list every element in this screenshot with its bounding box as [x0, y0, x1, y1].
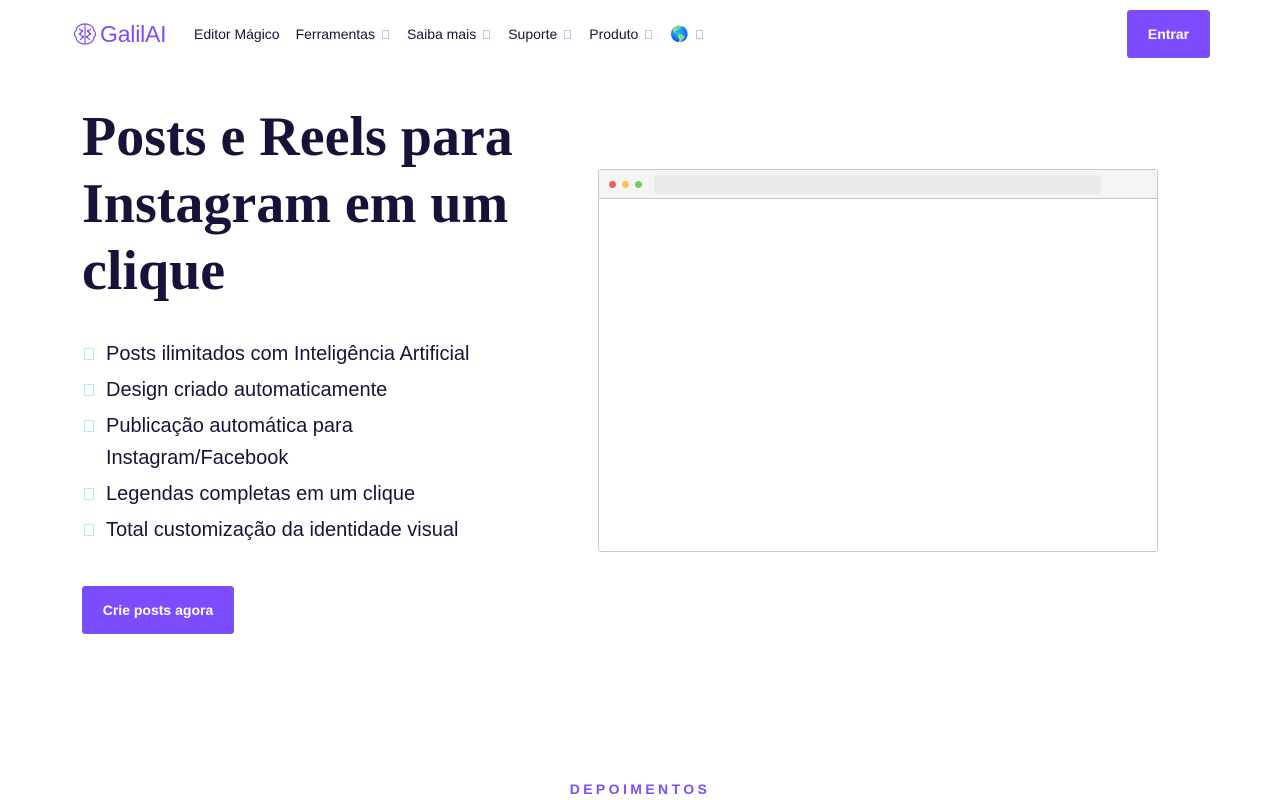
- nav-produto[interactable]: Produto: [589, 26, 654, 42]
- check-icon: [84, 524, 94, 536]
- nav-ferramentas[interactable]: Ferramentas: [296, 26, 391, 42]
- brand-logo[interactable]: GalilAI: [72, 20, 167, 48]
- check-icon: [84, 384, 94, 396]
- maximize-dot-icon: [635, 181, 642, 188]
- feature-item: Design criado automaticamente: [82, 374, 522, 406]
- feature-item: Legendas completas em um clique: [82, 478, 522, 510]
- feature-text: Posts ilimitados com Inteligência Artifi…: [106, 343, 470, 365]
- browser-mockup: [598, 169, 1158, 552]
- browser-toolbar: [599, 170, 1157, 199]
- nav-editor-magico[interactable]: Editor Mágico: [194, 26, 280, 42]
- create-posts-button[interactable]: Crie posts agora: [82, 586, 234, 634]
- hero-title: Posts e Reels para Instagram em um cliqu…: [82, 106, 513, 302]
- chevron-down-icon: [381, 29, 389, 39]
- nav-item-label: Suporte: [508, 26, 558, 42]
- nav-item-label: Ferramentas: [295, 26, 375, 42]
- login-button[interactable]: Entrar: [1127, 10, 1210, 58]
- feature-item: Total customização da identidade visual: [82, 514, 522, 546]
- minimize-dot-icon: [622, 181, 629, 188]
- language-selector[interactable]: 🌎: [670, 27, 705, 42]
- feature-text: Legendas completas em um clique: [106, 483, 416, 505]
- brain-logo-icon: [73, 23, 97, 45]
- nav-item-label: Produto: [589, 26, 639, 42]
- close-dot-icon: [609, 181, 616, 188]
- chevron-down-icon: [645, 29, 653, 39]
- chevron-down-icon: [483, 29, 491, 39]
- nav-item-label: Editor Mágico: [194, 26, 280, 42]
- check-icon: [84, 420, 94, 432]
- feature-item: Publicação automática para Instagram/Fac…: [82, 410, 522, 474]
- feature-text: Design criado automaticamente: [106, 379, 388, 401]
- feature-list: Posts ilimitados com Inteligência Artifi…: [82, 338, 522, 550]
- chevron-down-icon: [564, 29, 572, 39]
- feature-item: Posts ilimitados com Inteligência Artifi…: [82, 338, 522, 370]
- check-icon: [84, 488, 94, 500]
- check-icon: [84, 348, 94, 360]
- testimonials-label: DEPOIMENTOS: [569, 781, 711, 797]
- chevron-down-icon: [696, 29, 703, 39]
- globe-icon: 🌎: [670, 25, 689, 43]
- nav-saiba-mais[interactable]: Saiba mais: [407, 26, 492, 42]
- top-navigation: GalilAI Editor Mágico Ferramentas Saiba …: [0, 0, 1280, 68]
- address-bar: [654, 175, 1101, 194]
- feature-text: Publicação automática para Instagram/Fac…: [106, 415, 353, 469]
- feature-text: Total customização da identidade visual: [106, 519, 459, 541]
- brand-name: GalilAI: [100, 20, 167, 47]
- nav-item-label: Saiba mais: [406, 26, 477, 42]
- nav-suporte[interactable]: Suporte: [508, 26, 573, 42]
- main-menu: Editor Mágico Ferramentas Saiba mais Sup…: [194, 24, 721, 44]
